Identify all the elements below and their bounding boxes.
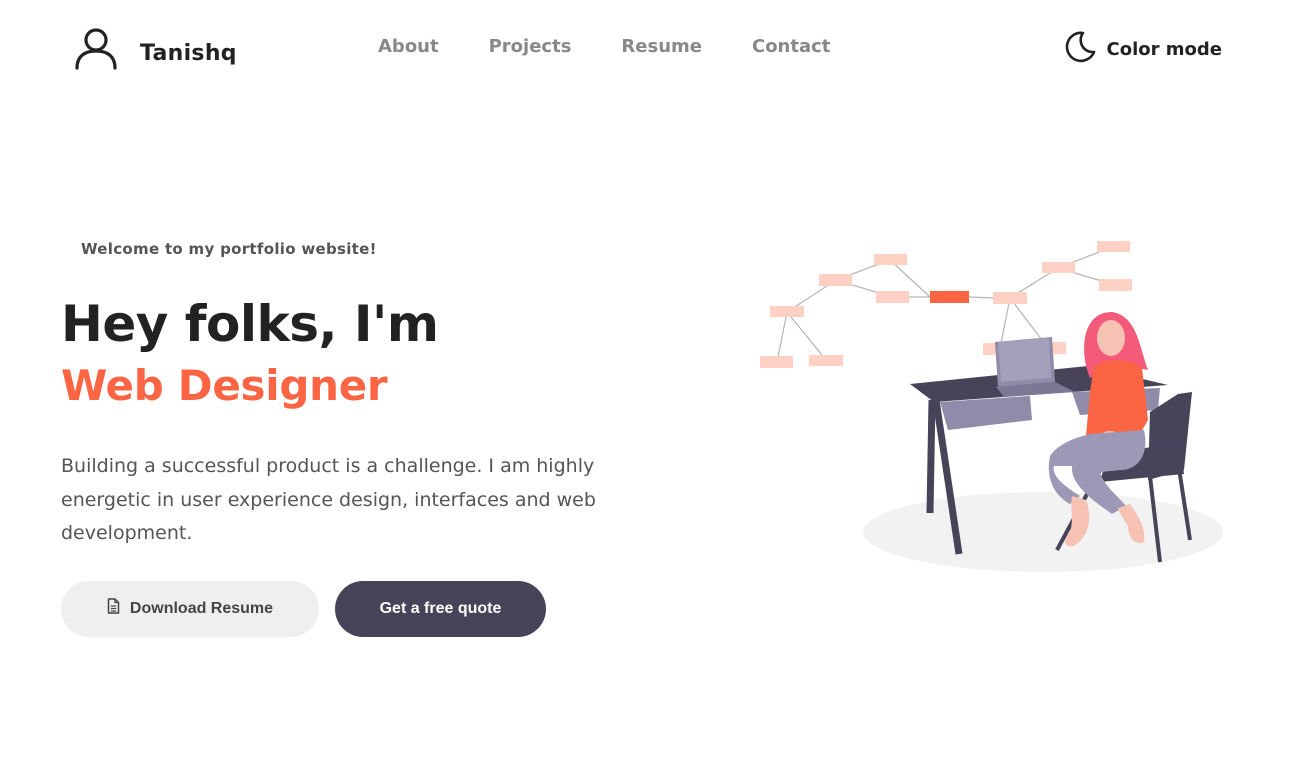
hero-buttons: Download Resume Get a free quote: [61, 580, 681, 637]
nav-link-projects[interactable]: Projects: [489, 36, 572, 57]
brand-name: Tanishq: [140, 40, 237, 66]
nav-link-contact[interactable]: Contact: [752, 36, 830, 57]
nav-link-about[interactable]: About: [378, 36, 439, 57]
get-quote-button[interactable]: Get a free quote: [335, 580, 546, 637]
download-resume-label: Download Resume: [129, 599, 274, 617]
hero-description: Building a successful product is a chall…: [61, 455, 596, 544]
download-resume-button[interactable]: Download Resume: [61, 580, 319, 637]
moon-icon: [1063, 30, 1097, 68]
hero-content: Welcome to my portfolio website! Hey fol…: [61, 240, 681, 637]
hero-headline: Hey folks, I'm: [61, 295, 439, 353]
welcome-text: Welcome to my portfolio website!: [81, 240, 377, 258]
nav-link-resume[interactable]: Resume: [621, 36, 702, 57]
color-mode-toggle[interactable]: Color mode: [1063, 30, 1222, 68]
hero-role: Web Designer: [61, 361, 388, 410]
document-icon: [107, 598, 130, 619]
nav-links: About Projects Resume Contact: [378, 36, 830, 57]
user-icon: [74, 26, 118, 70]
hero-illustration: [755, 235, 1230, 575]
brand[interactable]: Tanishq: [74, 26, 237, 70]
color-mode-label: Color mode: [1106, 38, 1222, 60]
navbar: Tanishq About Projects Resume Contact Co…: [0, 0, 1312, 96]
